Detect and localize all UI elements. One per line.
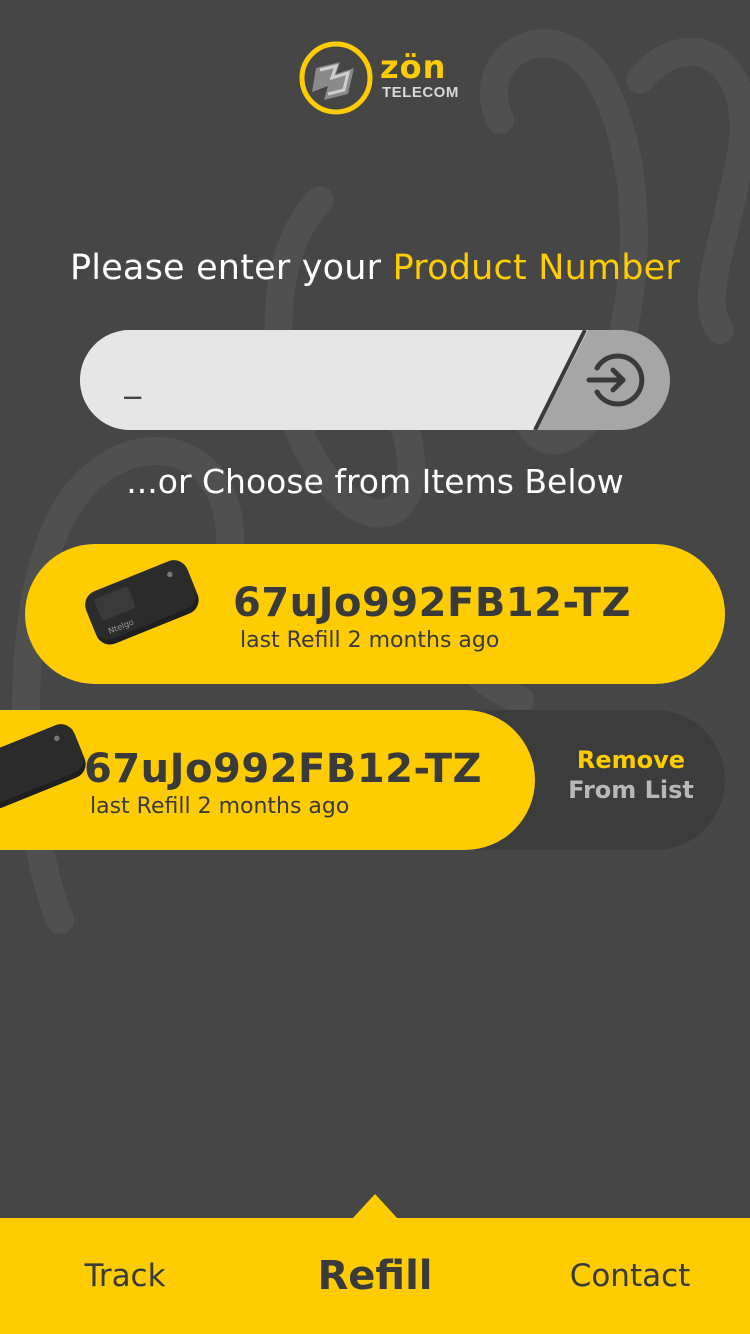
zon-logo-icon — [299, 41, 373, 115]
arrow-right-circle-icon — [586, 353, 645, 407]
tab-contact[interactable]: Contact — [540, 1218, 720, 1334]
prompt-prefix: Please enter your — [69, 248, 393, 288]
active-tab-indicator — [352, 1194, 398, 1219]
tab-refill[interactable]: Refill — [285, 1218, 465, 1334]
tab-track[interactable]: Track — [40, 1218, 210, 1334]
product-id: 67uJo992FB12-TZ — [233, 580, 631, 626]
remove-from-list-button[interactable]: Remove From List — [540, 710, 722, 850]
saved-product-item[interactable]: Ntelgo 67uJo992FB12-TZ last Refill 2 mon… — [25, 544, 725, 684]
product-number-input[interactable] — [80, 330, 588, 430]
prompt-highlight: Product Number — [392, 248, 681, 288]
bottom-navigation: Track Refill Contact — [0, 1218, 750, 1334]
remove-label: Remove — [576, 746, 686, 774]
brand-name: zön — [380, 48, 447, 86]
last-refill-text: last Refill 2 months ago — [90, 794, 350, 819]
mobile-hotspot-device-image: Ntelgo — [85, 560, 199, 645]
brand-subtitle: TELECOM — [382, 84, 459, 101]
swiped-product-row: Remove From List 67uJo992FB12-TZ last Re… — [0, 710, 725, 850]
brand-logo: zön TELECOM — [296, 38, 466, 118]
product-id: 67uJo992FB12-TZ — [84, 746, 482, 792]
choose-items-text: ...or Choose from Items Below — [126, 462, 624, 501]
product-number-form — [80, 330, 670, 430]
from-list-label: From List — [568, 776, 694, 804]
saved-product-item[interactable]: 67uJo992FB12-TZ last Refill 2 months ago — [0, 710, 535, 850]
prompt-heading: Please enter your Product Number — [0, 248, 750, 288]
last-refill-text: last Refill 2 months ago — [240, 628, 500, 653]
